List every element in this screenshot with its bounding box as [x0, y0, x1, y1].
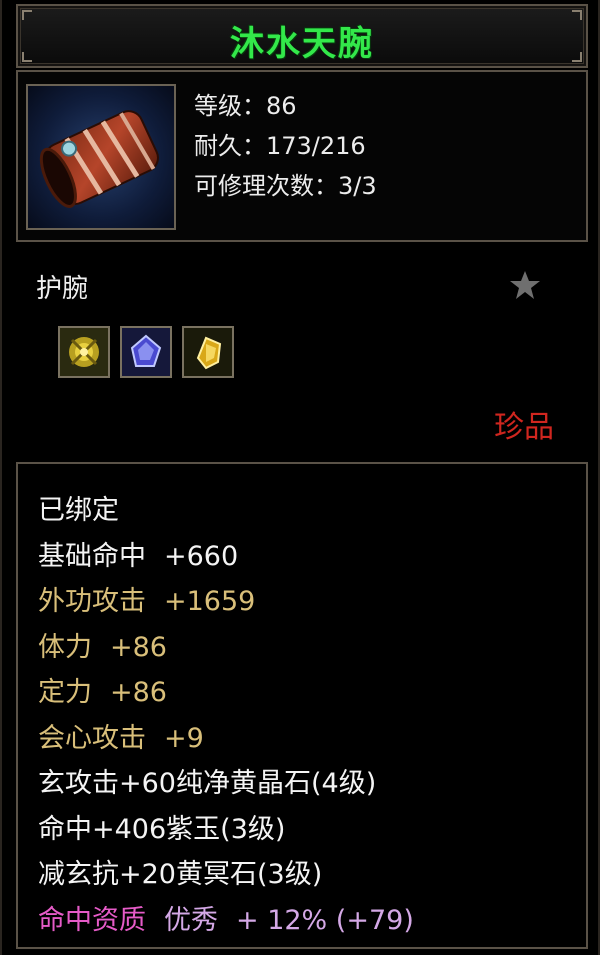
yellow-gem-icon[interactable] — [58, 326, 110, 378]
attr-focus: 定力 +86 — [38, 670, 414, 716]
attr-label: 会心攻击 — [38, 722, 146, 754]
attr-label: 体力 — [38, 631, 92, 663]
attr-base-hit: 基础命中 +660 — [38, 534, 414, 580]
attr-value: +86 — [110, 677, 167, 708]
attributes-panel: 已绑定 基础命中 +660 外功攻击 +1659 体力 +86 定力 +86 会心攻击 +… — [16, 462, 588, 949]
attr-label: 基础命中 — [38, 540, 146, 572]
attr-stamina: 体力 +86 — [38, 625, 414, 671]
item-durability: 耐久：173/216 — [194, 132, 366, 160]
attr-value: +86 — [110, 631, 167, 663]
attr-value: +1659 — [164, 586, 256, 617]
item-name: 沐水天腕 — [230, 24, 374, 64]
item-repair-count: 可修理次数：3/3 — [194, 172, 377, 200]
gem-bonus-line: 玄攻击+60纯净黄晶石(4级) — [38, 768, 377, 799]
attr-value: +9 — [164, 722, 204, 754]
item-stats: 等级：86 耐久：173/216 可修理次数：3/3 — [194, 86, 377, 206]
gem-bonus-line: 命中+406紫玉(3级) — [38, 813, 286, 845]
gem-bonus-line: 减玄抗+20黄冥石(3级) — [38, 859, 323, 890]
purple-gem-icon[interactable] — [120, 326, 172, 378]
attr-value: +660 — [164, 540, 239, 572]
attribute-list: 已绑定 基础命中 +660 外功攻击 +1659 体力 +86 定力 +86 会心攻击 +… — [38, 488, 414, 943]
title-bar: 沐水天腕 — [16, 4, 588, 68]
rarity-label: 珍品 — [494, 410, 554, 445]
attr-critical: 会心攻击 +9 — [38, 716, 414, 762]
attr-label: 定力 — [38, 677, 92, 708]
attr-label: 外功攻击 — [38, 586, 146, 617]
bracer-icon — [26, 84, 176, 230]
item-tooltip: 沐水天腕 等级：86 耐久：173/216 可修理次数：3/3 护腕 珍品 已绑… — [0, 0, 600, 955]
aptitude-grade: 优秀 — [164, 904, 218, 936]
aptitude-bonus: + 12% (+79) — [236, 904, 414, 936]
item-header-panel: 等级：86 耐久：173/216 可修理次数：3/3 — [16, 70, 588, 242]
star-icon[interactable] — [508, 268, 542, 302]
gold-gem-icon[interactable] — [182, 326, 234, 378]
attr-external-attack: 外功攻击 +1659 — [38, 579, 414, 625]
aptitude-line: 命中资质 优秀 + 12% (+79) — [38, 898, 414, 944]
item-type: 护腕 — [36, 274, 89, 304]
bound-status: 已绑定 — [38, 495, 119, 526]
aptitude-label: 命中资质 — [38, 904, 146, 936]
item-level: 等级：86 — [194, 92, 297, 120]
